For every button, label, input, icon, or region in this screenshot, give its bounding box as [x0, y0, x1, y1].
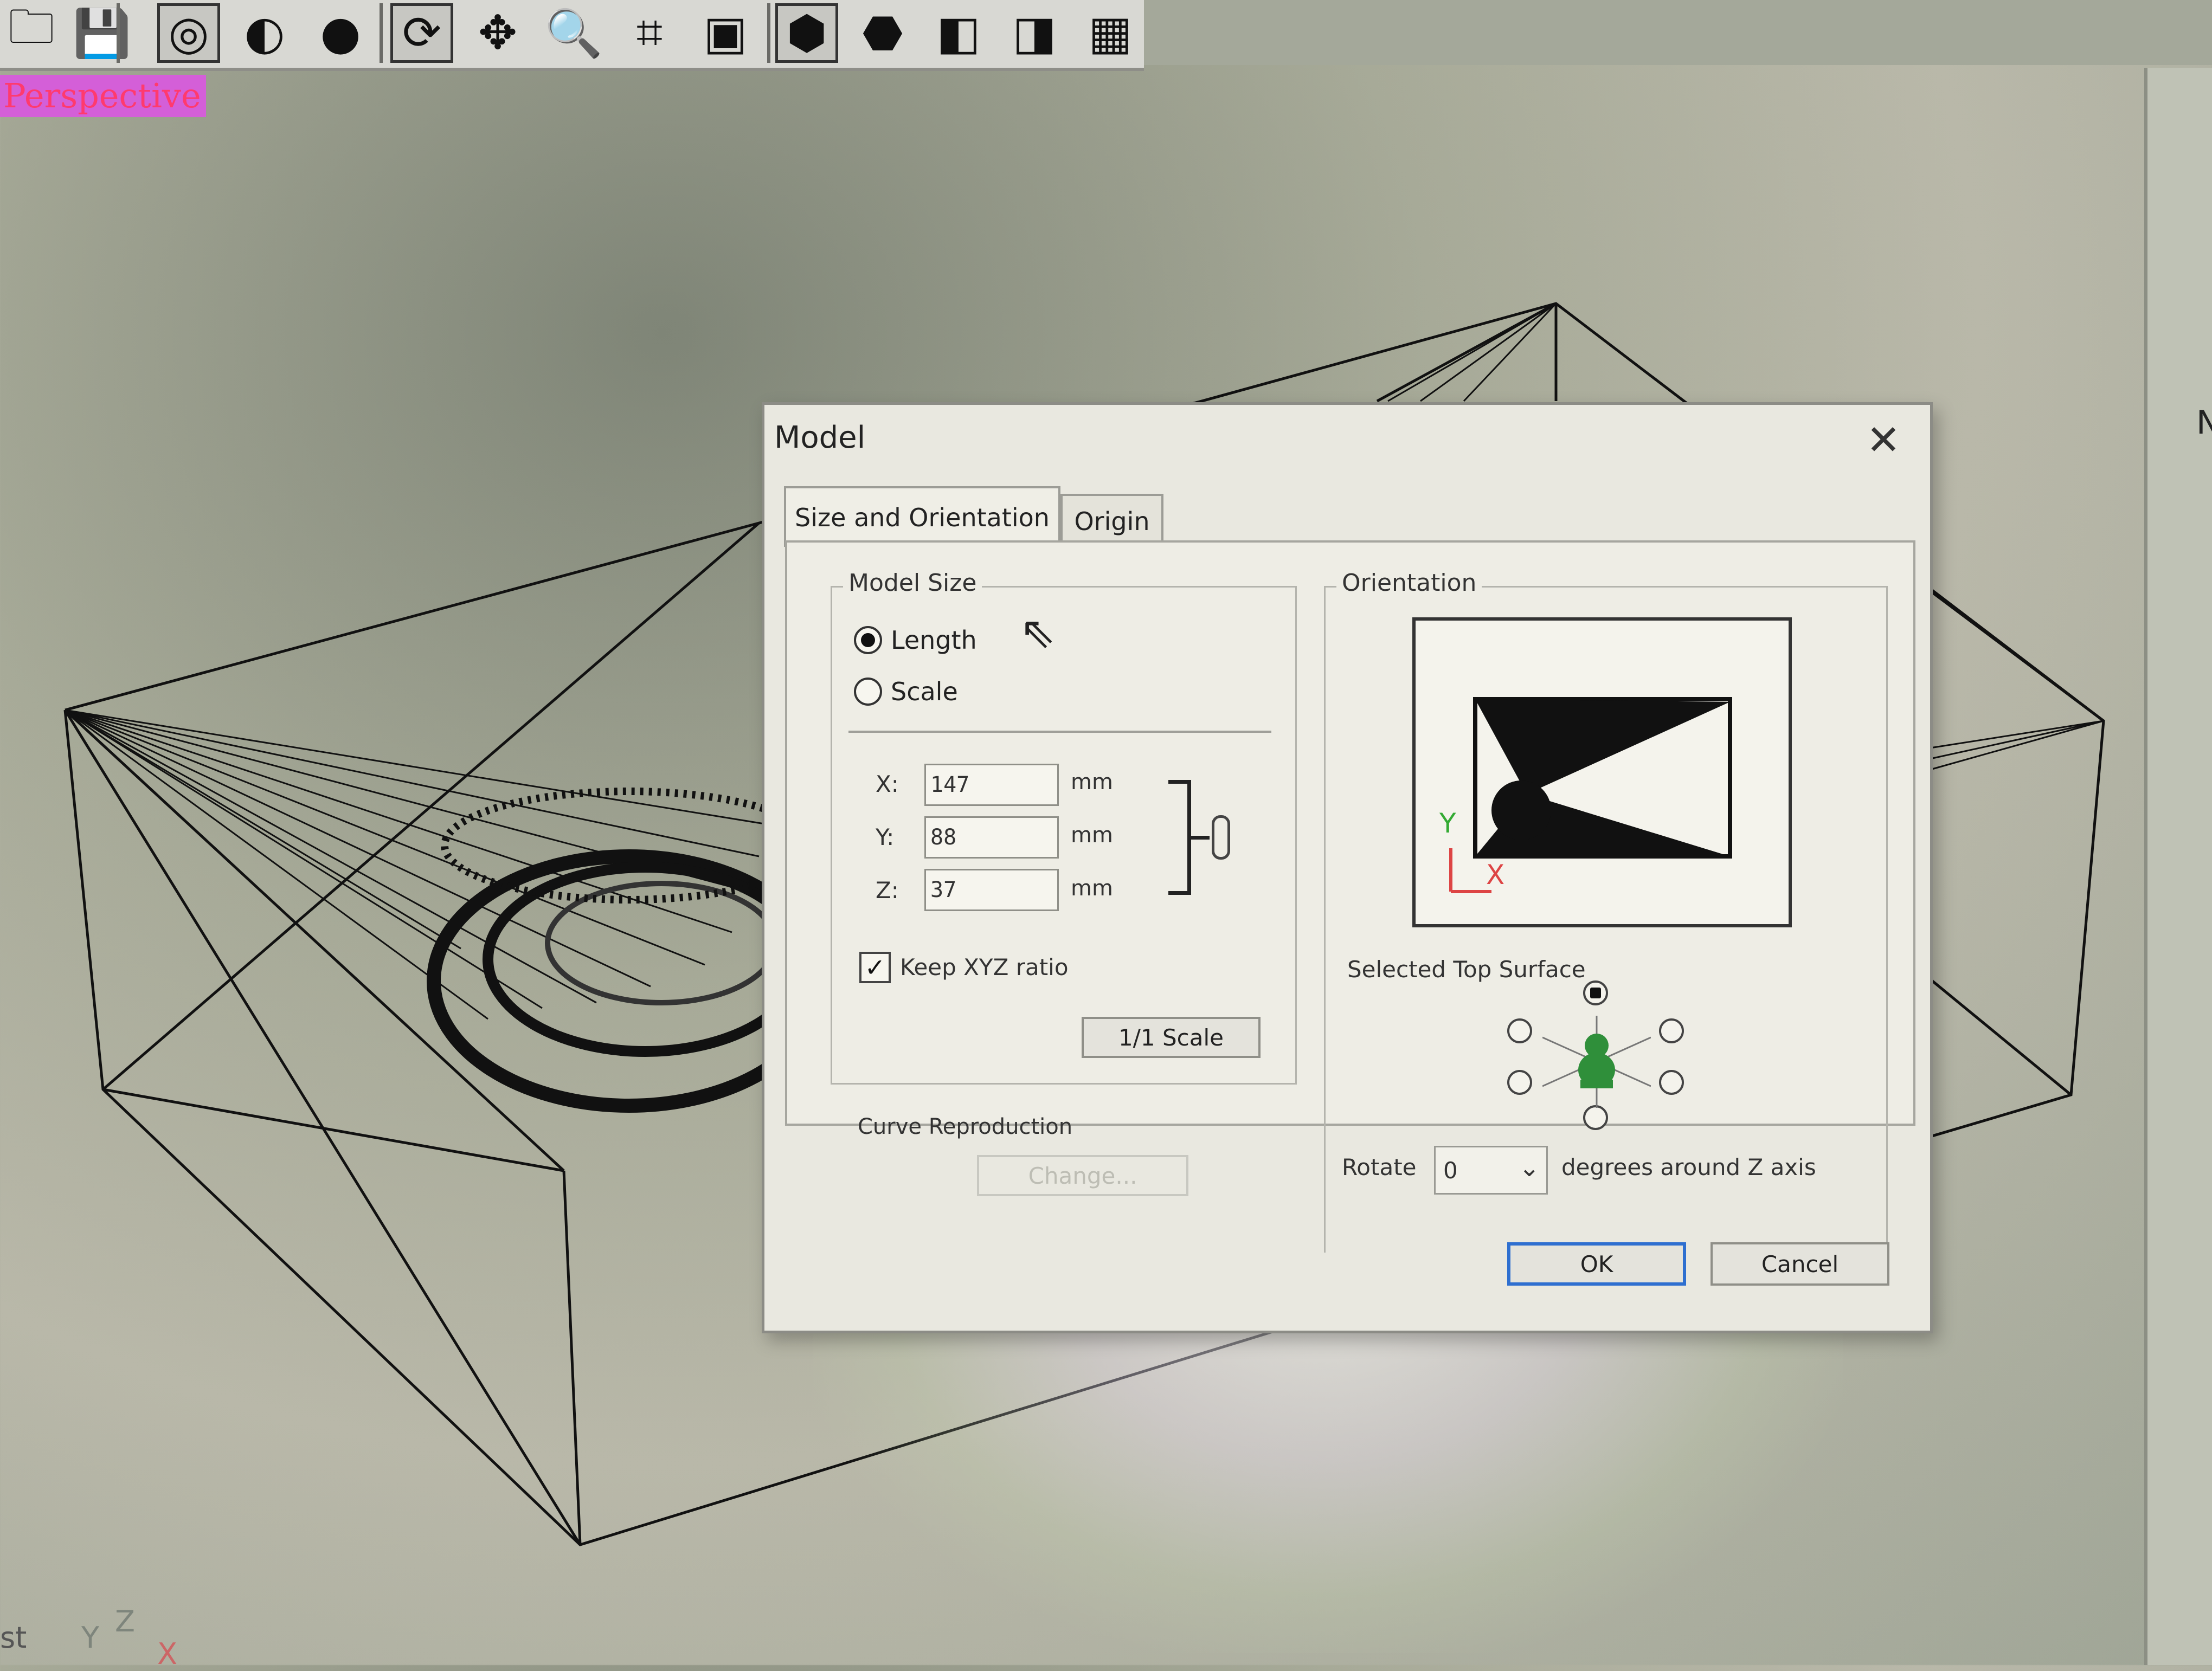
open-folder-icon[interactable]: 🗀	[0, 0, 63, 63]
radio-length[interactable]: Length	[854, 625, 977, 655]
curve-reproduction-label: Curve Reproduction	[858, 1114, 1073, 1139]
chevron-down-icon[interactable]: ⌄	[1519, 1153, 1540, 1182]
axis-z-label: Z	[115, 1604, 135, 1638]
z-field-label: Z:	[876, 877, 899, 904]
top-surface-option-upper-left[interactable]	[1507, 1018, 1532, 1043]
top-surface-option-top[interactable]	[1583, 980, 1608, 1005]
toolbar-separator	[117, 3, 120, 63]
model-dialog: Model ✕ Size and Orientation Origin Mode…	[762, 402, 1933, 1333]
four-views-icon[interactable]: ▦	[1079, 3, 1142, 63]
half-shaded-sphere-icon[interactable]: ◐	[233, 3, 296, 63]
x-field-label: X:	[876, 771, 899, 797]
top-surface-option-lower-left[interactable]	[1507, 1070, 1532, 1095]
orientation-legend: Orientation	[1336, 569, 1482, 597]
dialog-title: Model	[774, 420, 866, 455]
rotate-view-icon[interactable]: ⟳	[390, 3, 453, 63]
orientation-preview: Y X	[1412, 617, 1792, 927]
toolbar-right-area	[1144, 0, 2212, 65]
status-text-fragment: st	[0, 1621, 27, 1655]
shaded-sphere-icon[interactable]: ●	[309, 3, 372, 63]
x-size-input[interactable]	[924, 764, 1059, 806]
mouse-cursor-icon: ⇖	[1019, 607, 1056, 657]
cube-view-top-icon[interactable]: ◨	[1003, 3, 1066, 63]
radio-length-indicator[interactable]	[854, 626, 882, 654]
ratio-lock-bracket	[1168, 780, 1191, 895]
model-size-divider	[848, 731, 1271, 733]
axis-x-label: X	[157, 1637, 177, 1671]
model-size-legend: Model Size	[843, 569, 982, 597]
y-size-input[interactable]	[924, 816, 1059, 859]
radio-length-label: Length	[891, 625, 977, 655]
tab-size-and-orientation[interactable]: Size and Orientation	[784, 486, 1060, 547]
top-surface-option-lower-right[interactable]	[1659, 1070, 1684, 1095]
top-surface-option-bottom[interactable]	[1583, 1105, 1608, 1130]
chain-link-icon[interactable]	[1212, 815, 1230, 860]
one-to-one-scale-button[interactable]: 1/1 Scale	[1082, 1017, 1261, 1058]
y-field-label: Y:	[876, 824, 895, 850]
green-figure-icon	[1542, 1016, 1651, 1108]
rotate-select[interactable]: 0 ⌄	[1434, 1146, 1548, 1195]
preview-axis-y: Y	[1439, 808, 1456, 839]
toolbar-separator	[767, 3, 770, 63]
pan-view-icon[interactable]: ✥	[466, 3, 529, 63]
axis-y-label: Y	[81, 1621, 99, 1655]
zoom-icon[interactable]: 🔍	[542, 3, 605, 63]
selected-top-surface-label: Selected Top Surface	[1347, 956, 1586, 983]
cancel-button[interactable]: Cancel	[1711, 1242, 1889, 1286]
size-orientation-panel: Model Size Length Scale X: mm Y: mm Z: m…	[785, 540, 1915, 1253]
cube-view-side-icon[interactable]: ◧	[927, 3, 990, 63]
model-size-group: Model Size Length Scale X: mm Y: mm Z: m…	[831, 569, 1297, 1085]
rotate-label: Rotate	[1342, 1154, 1417, 1180]
main-toolbar: 🗀 💾 ◎ ◐ ● ⟳ ✥ 🔍 ⌗ ▣ ⬢ ⬣ ◧ ◨ ▦	[0, 0, 1144, 71]
right-side-panel: N	[2144, 68, 2212, 1665]
radio-scale-label: Scale	[891, 677, 958, 706]
orientation-preview-graphic	[1449, 697, 1732, 893]
fit-view-icon[interactable]: ⌗	[618, 3, 681, 63]
cube-view-iso-icon[interactable]: ⬢	[775, 3, 838, 63]
keep-ratio-checkbox[interactable]: ✓	[859, 952, 891, 983]
tab-origin[interactable]: Origin	[1060, 494, 1163, 547]
zoom-selection-icon[interactable]: ▣	[694, 3, 757, 63]
change-button[interactable]: Change...	[977, 1155, 1188, 1196]
rotate-value: 0	[1443, 1157, 1458, 1184]
y-unit-label: mm	[1071, 823, 1113, 848]
save-icon[interactable]: 💾	[70, 3, 133, 63]
rotate-suffix-label: degrees around Z axis	[1561, 1154, 1816, 1180]
radio-scale[interactable]: Scale	[854, 677, 958, 706]
ratio-lock-bracket-mid	[1191, 836, 1210, 840]
z-unit-label: mm	[1071, 876, 1113, 901]
radio-scale-indicator[interactable]	[854, 678, 882, 706]
keep-ratio-label: Keep XYZ ratio	[900, 954, 1069, 980]
cube-view-front-icon[interactable]: ⬣	[851, 3, 914, 63]
close-icon[interactable]: ✕	[1856, 412, 1911, 467]
z-size-input[interactable]	[924, 869, 1059, 911]
wireframe-sphere-icon[interactable]: ◎	[157, 3, 220, 63]
orientation-group: Orientation Y X Selected Top Surface Rot…	[1324, 569, 1888, 1253]
ok-button[interactable]: OK	[1507, 1242, 1686, 1286]
preview-axis-x: X	[1486, 859, 1505, 891]
top-surface-option-upper-right[interactable]	[1659, 1018, 1684, 1043]
x-unit-label: mm	[1071, 770, 1113, 795]
right-panel-text-fragment: N	[2196, 404, 2212, 442]
toolbar-separator	[380, 3, 383, 63]
viewport-label-perspective[interactable]: Perspective	[0, 75, 206, 117]
